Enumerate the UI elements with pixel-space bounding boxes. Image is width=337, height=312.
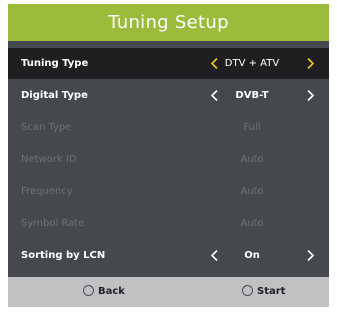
row-value: On	[244, 250, 260, 261]
row-frequency: Frequency Auto	[8, 176, 329, 207]
row-value: Auto	[240, 186, 264, 197]
footer-bar: Back Start	[8, 277, 329, 307]
chevron-left-icon[interactable]	[208, 240, 222, 271]
row-label: Sorting by LCN	[21, 250, 106, 261]
chevron-right-icon[interactable]	[304, 240, 318, 271]
ok-key-icon	[242, 284, 253, 296]
back-label: Back	[98, 286, 125, 297]
row-value: Auto	[240, 218, 264, 229]
row-sorting-by-lcn[interactable]: Sorting by LCN On	[8, 240, 329, 271]
row-value: DVB-T	[235, 90, 269, 101]
chevron-right-icon[interactable]	[304, 48, 318, 79]
row-label: Digital Type	[21, 90, 88, 101]
row-value: Full	[243, 122, 261, 133]
row-label: Tuning Type	[21, 58, 89, 69]
page-title: Tuning Setup	[8, 4, 329, 41]
row-value: Auto	[240, 154, 264, 165]
row-value: DTV + ATV	[224, 58, 280, 69]
back-key-icon	[83, 284, 94, 296]
row-label: Frequency	[21, 186, 73, 197]
row-symbol-rate: Symbol Rate Auto	[8, 208, 329, 239]
row-network-id: Network ID Auto	[8, 144, 329, 175]
back-button[interactable]: Back	[83, 277, 125, 307]
row-digital-type[interactable]: Digital Type DVB-T	[8, 80, 329, 111]
start-button[interactable]: Start	[242, 277, 285, 307]
start-label: Start	[257, 286, 286, 297]
chevron-left-icon[interactable]	[208, 48, 222, 79]
row-label: Symbol Rate	[21, 218, 85, 229]
chevron-left-icon[interactable]	[208, 80, 222, 111]
row-tuning-type[interactable]: Tuning Type DTV + ATV	[8, 48, 329, 79]
chevron-right-icon[interactable]	[304, 80, 318, 111]
row-label: Scan Type	[21, 122, 72, 133]
tuning-setup-panel: Tuning Setup Tuning Type DTV + ATV Digit…	[8, 4, 329, 307]
row-scan-type: Scan Type Full	[8, 112, 329, 143]
row-label: Network ID	[21, 154, 77, 165]
